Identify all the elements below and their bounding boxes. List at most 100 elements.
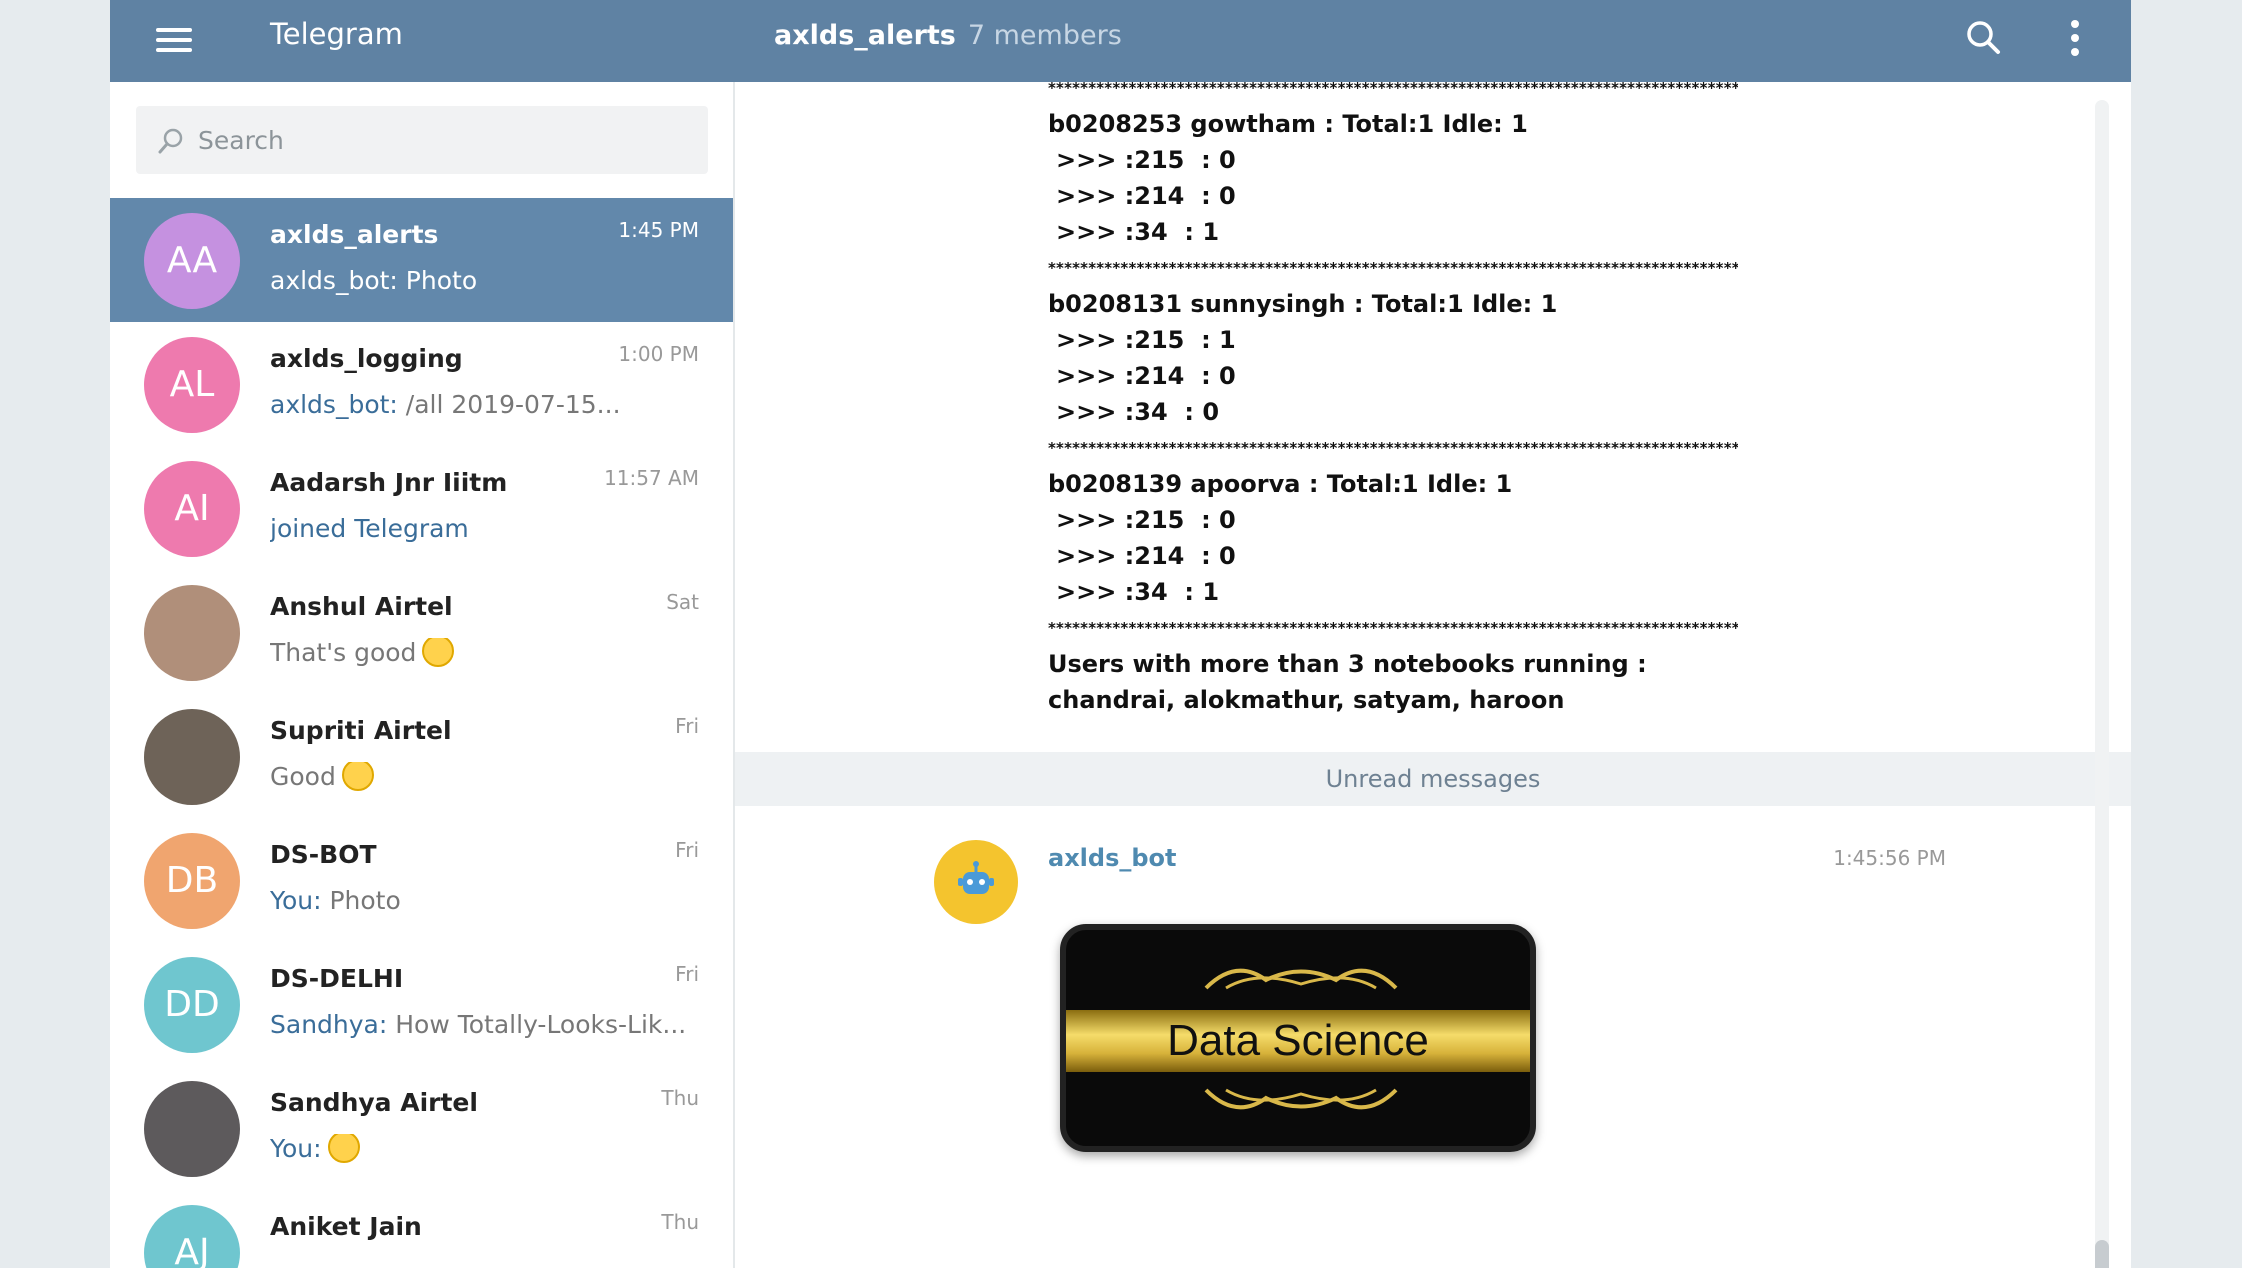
user-summary-line: b0208131 sunnysingh : Total:1 Idle: 1: [1048, 290, 1558, 318]
chat-time: Fri: [675, 962, 699, 986]
chat-time: 11:57 AM: [604, 466, 699, 490]
chat-item[interactable]: Anshul Airtel Sat That's good: [110, 570, 733, 694]
port-line: >>> :34 : 1: [1056, 218, 1220, 246]
photo-message[interactable]: Data Science: [1048, 918, 1548, 1168]
preview-sender: Sandhya:: [270, 1010, 388, 1039]
message-time: 1:45:56 PM: [1833, 846, 1946, 870]
more-options-icon[interactable]: [2060, 14, 2090, 62]
robot-icon: [958, 861, 994, 894]
telegram-window: Telegram axlds_alerts 7 members AA axlds_a…: [110, 0, 2131, 1268]
avatar: AL: [144, 337, 240, 433]
avatar: [144, 1081, 240, 1177]
grimacing-emoji: [341, 762, 374, 791]
chat-time: Thu: [661, 1210, 699, 1234]
port-line: >>> :215 : 0: [1056, 506, 1236, 534]
photo-image: Data Science: [1060, 924, 1536, 1152]
chat-item[interactable]: Supriti Airtel Fri Good: [110, 694, 733, 818]
preview-text: That's good: [270, 638, 417, 667]
chat-header-members: 7 members: [967, 20, 1122, 51]
chat-name: Aadarsh Jnr Iiitm: [270, 468, 508, 497]
chat-header[interactable]: axlds_alerts 7 members: [774, 16, 1122, 56]
preview-text: /all 2019-07-15...: [397, 390, 621, 419]
chat-time: 1:45 PM: [618, 218, 699, 242]
chat-name: Supriti Airtel: [270, 716, 452, 745]
user-summary-line: b0208139 apoorva : Total:1 Idle: 1: [1048, 470, 1513, 498]
grinning-emoji: [422, 638, 455, 667]
message-text: ****************************************…: [1048, 70, 1768, 718]
port-line: >>> :34 : 0: [1056, 398, 1220, 426]
chat-name: axlds_alerts: [270, 220, 439, 249]
port-line: >>> :214 : 0: [1056, 362, 1236, 390]
chat-header-name: axlds_alerts: [774, 20, 956, 51]
preview-text: How Totally-Looks-Lik...: [387, 1010, 687, 1039]
chat-item[interactable]: AL axlds_logging 1:00 PM axlds_bot: /all 20…: [110, 322, 733, 446]
separator-line: ****************************************…: [1048, 79, 1738, 97]
chat-time: Sat: [666, 590, 699, 614]
user-summary-line: b0208253 gowtham : Total:1 Idle: 1: [1048, 110, 1528, 138]
chat-time: 1:00 PM: [618, 342, 699, 366]
preview-sender: You:: [270, 1134, 322, 1163]
chat-name: Aniket Jain: [270, 1212, 422, 1241]
chat-name: DS-BOT: [270, 840, 377, 869]
port-line: >>> :215 : 1: [1056, 326, 1236, 354]
preview-sender: joined Telegram: [270, 514, 469, 543]
separator-line: ****************************************…: [1048, 439, 1738, 457]
chat-name: axlds_logging: [270, 344, 463, 373]
scrollbar[interactable]: [2095, 100, 2109, 1268]
port-line: >>> :214 : 0: [1056, 182, 1236, 210]
port-line: >>> :34 : 1: [1056, 578, 1220, 606]
scrollbar-thumb[interactable]: [2095, 1240, 2109, 1268]
summary-line: Users with more than 3 notebooks running…: [1048, 650, 1647, 714]
chat-item[interactable]: AA axlds_alerts 1:45 PM axlds_bot: Photo: [110, 198, 733, 322]
preview-sender: axlds_bot:: [270, 390, 398, 419]
separator-line: ****************************************…: [1048, 619, 1738, 637]
chat-preview: axlds_bot: Photo: [270, 266, 700, 295]
separator-line: ****************************************…: [1048, 259, 1738, 277]
preview-text: Photo: [321, 886, 401, 915]
chat-name: Sandhya Airtel: [270, 1088, 478, 1117]
avatar: [144, 585, 240, 681]
chat-time: Thu: [661, 1086, 699, 1110]
unread-messages-divider: Unread messages: [735, 752, 2131, 806]
ornament-bottom: [1204, 1088, 1398, 1110]
chat-time: Fri: [675, 714, 699, 738]
hamburger-menu-icon[interactable]: [154, 20, 194, 60]
chat-item[interactable]: AI Aadarsh Jnr Iiitm 11:57 AM joined Telegr…: [110, 446, 733, 570]
avatar: AJ: [144, 1205, 240, 1268]
chat-name: Anshul Airtel: [270, 592, 453, 621]
photo-caption: Data Science: [1167, 1016, 1429, 1065]
chat-item[interactable]: AJ Aniket Jain Thu: [110, 1190, 733, 1268]
chat-preview: Sandhya: How Totally-Looks-Lik...: [270, 1010, 700, 1039]
avatar: DD: [144, 957, 240, 1053]
avatar: AI: [144, 461, 240, 557]
chat-item[interactable]: DD DS-DELHI Fri Sandhya: How Totally-Looks-…: [110, 942, 733, 1066]
chat-preview: joined Telegram: [270, 514, 700, 543]
port-line: >>> :214 : 0: [1056, 542, 1236, 570]
chat-area: ****************************************…: [735, 79, 2131, 1268]
message-sender[interactable]: axlds_bot: [1048, 844, 1177, 872]
chat-sidebar: AA axlds_alerts 1:45 PM axlds_bot: Photo AL a…: [110, 82, 735, 1268]
search-box[interactable]: [136, 106, 708, 174]
search-icon: [158, 128, 183, 154]
search-icon[interactable]: [1960, 14, 2008, 62]
bot-avatar[interactable]: [934, 840, 1018, 924]
chat-preview: axlds_bot: /all 2019-07-15...: [270, 390, 700, 419]
chat-preview: You:: [270, 1134, 700, 1166]
crying-emoji: [327, 1134, 360, 1163]
preview-text: Good: [270, 762, 336, 791]
chat-preview: You: Photo: [270, 886, 700, 915]
chat-time: Fri: [675, 838, 699, 862]
chat-preview: Good: [270, 762, 700, 794]
avatar: AA: [144, 213, 240, 309]
avatar: DB: [144, 833, 240, 929]
preview-text: Photo: [397, 266, 478, 295]
chat-preview: That's good: [270, 638, 700, 670]
chat-item[interactable]: Sandhya Airtel Thu You:: [110, 1066, 733, 1190]
chat-name: DS-DELHI: [270, 964, 404, 993]
ornament-top: [1204, 968, 1398, 990]
port-line: >>> :215 : 0: [1056, 146, 1236, 174]
search-input[interactable]: [198, 106, 698, 174]
app-title: Telegram: [270, 17, 403, 51]
chat-item[interactable]: DB DS-BOT Fri You: Photo: [110, 818, 733, 942]
chat-list: AA axlds_alerts 1:45 PM axlds_bot: Photo AL a…: [110, 198, 733, 1268]
